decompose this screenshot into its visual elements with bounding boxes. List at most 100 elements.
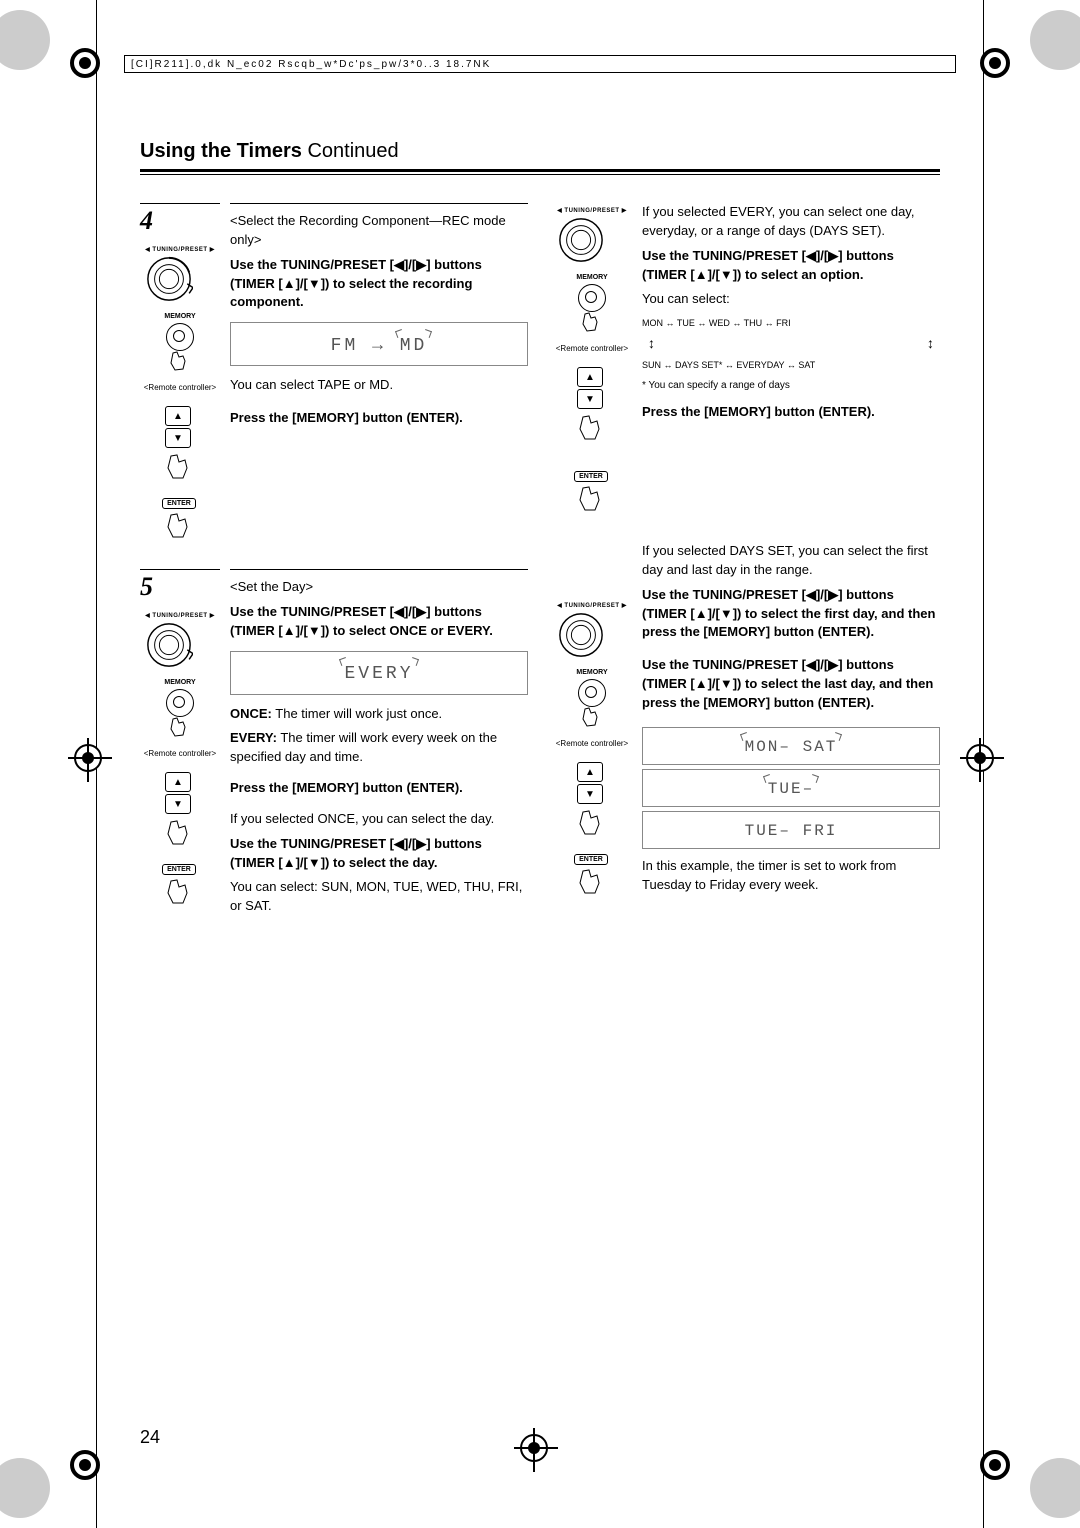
hand-pointer-icon: [165, 454, 195, 480]
lcd-display: EVERY: [230, 651, 528, 695]
enter-button-icon: ENTER: [162, 498, 196, 509]
corner-decoration: [1030, 10, 1080, 70]
corner-decoration: [1030, 1458, 1080, 1518]
enter-button-icon: ENTER: [574, 471, 608, 482]
memory-label: MEMORY: [576, 669, 607, 676]
memory-button-icon: MEMORY: [164, 313, 195, 371]
registration-mark-icon: [520, 1434, 560, 1474]
title-continued: Continued: [307, 140, 398, 162]
title-divider: [140, 169, 940, 175]
tuning-label: ◀ TUNING/PRESET ▶: [557, 207, 627, 214]
remote-controller-label: <Remote controller>: [556, 739, 628, 748]
hand-pointer-icon: [577, 810, 607, 836]
tuning-label: ◀ TUNING/PRESET ▶: [145, 246, 215, 253]
memory-label: MEMORY: [164, 679, 195, 686]
corner-decoration: [0, 1458, 50, 1518]
every-intro: If you selected EVERY, you can select on…: [642, 203, 940, 241]
step4-press: Press the [MEMORY] button (ENTER).: [230, 409, 528, 428]
knob-icon: [145, 621, 193, 669]
right-every-block: ◀ TUNING/PRESET ▶ MEMORY: [552, 203, 940, 512]
tuning-preset-knob: ◀ TUNING/PRESET ▶: [557, 207, 627, 264]
arrow-pad-icon: ▲ ▼: [577, 367, 607, 409]
knob-icon: [557, 216, 605, 264]
tuning-preset-knob: ◀ TUNING/PRESET ▶: [557, 602, 627, 659]
lcd-text: TUE–: [768, 778, 814, 801]
step-number: 5: [140, 569, 220, 602]
hand-pointer-icon: [165, 513, 195, 539]
memory-button-icon: MEMORY: [576, 274, 607, 332]
enter-button-icon: ENTER: [574, 854, 608, 865]
file-path-bar: [CI]R211].0,dk N_ec02 Rscqb_w*Dc'ps_pw/3…: [124, 55, 956, 73]
hand-pointer-icon: [165, 879, 195, 905]
tuning-preset-knob: ◀ TUNING/PRESET ▶: [145, 246, 215, 303]
step-number: 4: [140, 203, 220, 236]
daysset-last: Use the TUNING/PRESET [◀]/[▶] buttons (T…: [642, 656, 940, 713]
updown-arrow-icon: ↕: [648, 331, 655, 356]
page-content: Using the Timers Continued 4 ◀ TUNING/PR…: [140, 140, 940, 1388]
memory-label: MEMORY: [164, 313, 195, 320]
right-daysset-block: ◀ TUNING/PRESET ▶ MEMORY: [552, 542, 940, 900]
hand-pointer-icon: [577, 869, 607, 895]
hand-pointer-icon: [581, 312, 603, 332]
registration-mark-icon: [980, 48, 1010, 78]
daysset-example: In this example, the timer is set to wor…: [642, 857, 940, 895]
lcd-text: MON– SAT: [745, 736, 838, 759]
arrow-pad-icon: ▲ ▼: [165, 406, 195, 448]
day-row-2: SUN ↔ DAYS SET* ↔ EVERYDAY ↔ SAT: [642, 357, 940, 373]
tuning-preset-knob: ◀ TUNING/PRESET ▶: [145, 612, 215, 669]
tuning-label: ◀ TUNING/PRESET ▶: [557, 602, 627, 609]
can-select-text: You can select:: [642, 290, 940, 309]
registration-mark-icon: [966, 744, 1006, 784]
hand-pointer-icon: [169, 717, 191, 737]
step4-note: You can select TAPE or MD.: [230, 376, 528, 395]
step-5: 5 ◀ TUNING/PRESET ▶: [140, 569, 528, 922]
step4-instruction: Use the TUNING/PRESET [◀]/[▶] buttons (T…: [230, 256, 528, 313]
hand-pointer-icon: [165, 820, 195, 846]
step5-instruction: Use the TUNING/PRESET [◀]/[▶] buttons (T…: [230, 603, 528, 641]
every-press: Press the [MEMORY] button (ENTER).: [642, 403, 940, 422]
lcd-display: MON– SAT: [642, 727, 940, 765]
day-cycle-diagram: MON ↔ TUE ↔ WED ↔ THU ↔ FRI ↕ ↕ SUN ↔ DA…: [642, 315, 940, 373]
daysset-first: Use the TUNING/PRESET [◀]/[▶] buttons (T…: [642, 586, 940, 643]
lcd-left: FM: [331, 333, 359, 359]
step5-once: ONCE: The timer will work just once.: [230, 705, 528, 724]
step5-subtitle: <Set the Day>: [230, 578, 528, 597]
daysset-intro: If you selected DAYS SET, you can select…: [642, 542, 940, 580]
step4-subtitle: <Select the Recording Component—REC mode…: [230, 212, 528, 250]
day-row-1: MON ↔ TUE ↔ WED ↔ THU ↔ FRI: [642, 315, 940, 331]
remote-controller-label: <Remote controller>: [144, 383, 216, 392]
updown-arrow-icon: ↕: [927, 331, 934, 356]
tuning-label: ◀ TUNING/PRESET ▶: [145, 612, 215, 619]
title-bold: Using the Timers: [140, 140, 302, 162]
every-instruction: Use the TUNING/PRESET [◀]/[▶] buttons (T…: [642, 247, 940, 285]
hand-pointer-icon: [577, 486, 607, 512]
step-4: 4 ◀ TUNING/PRESET ▶: [140, 203, 528, 539]
arrow-pad-icon: ▲ ▼: [165, 772, 195, 814]
step5-once-bold: Use the TUNING/PRESET [◀]/[▶] buttons (T…: [230, 835, 528, 873]
step5-every: EVERY: The timer will work every week on…: [230, 729, 528, 767]
remote-controller-label: <Remote controller>: [144, 749, 216, 758]
step5-once-selected: If you selected ONCE, you can select the…: [230, 810, 528, 829]
file-path-text: [CI]R211].0,dk N_ec02 Rscqb_w*Dc'ps_pw/3…: [131, 59, 491, 70]
step5-press: Press the [MEMORY] button (ENTER).: [230, 779, 528, 798]
step5-once-days: You can select: SUN, MON, TUE, WED, THU,…: [230, 878, 528, 916]
remote-controller-label: <Remote controller>: [556, 344, 628, 353]
hand-pointer-icon: [581, 707, 603, 727]
knob-icon: [145, 255, 193, 303]
registration-mark-icon: [74, 744, 114, 784]
arrow-pad-icon: ▲ ▼: [577, 762, 607, 804]
hand-pointer-icon: [577, 415, 607, 441]
hand-pointer-icon: [169, 351, 191, 371]
lcd-right: MD: [400, 333, 428, 359]
page-number: 24: [140, 1427, 160, 1448]
memory-label: MEMORY: [576, 274, 607, 281]
memory-button-icon: MEMORY: [164, 679, 195, 737]
lcd-display: TUE– FRI: [642, 811, 940, 849]
lcd-display: FM → MD: [230, 322, 528, 366]
lcd-text: EVERY: [344, 661, 413, 687]
lcd-display: TUE–: [642, 769, 940, 807]
page-title: Using the Timers Continued: [140, 140, 940, 163]
knob-icon: [557, 611, 605, 659]
lcd-arrow: →: [372, 333, 386, 359]
enter-button-icon: ENTER: [162, 864, 196, 875]
